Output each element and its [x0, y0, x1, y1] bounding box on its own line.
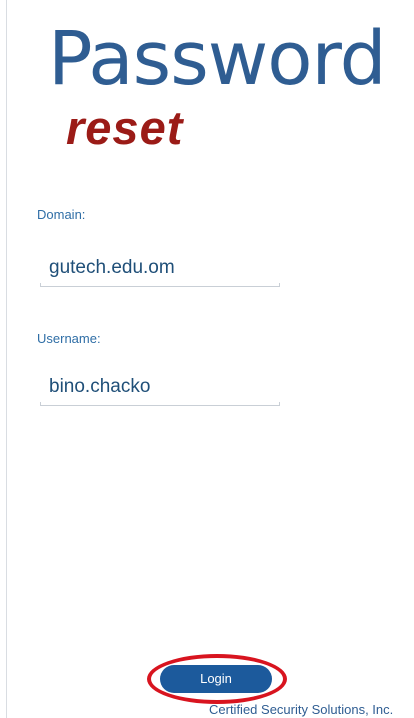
domain-label: Domain: — [37, 207, 86, 222]
domain-underline — [40, 283, 280, 287]
footer-company-text: Certified Security Solutions, Inc. — [209, 702, 394, 717]
app-title-password: Password — [48, 16, 387, 102]
left-border — [6, 0, 7, 718]
app-title-reset: reset — [66, 101, 184, 154]
login-highlight-circle — [147, 654, 287, 704]
domain-field[interactable]: gutech.edu.om — [40, 251, 280, 287]
username-underline — [40, 402, 280, 406]
username-value: bino.chacko — [49, 376, 151, 397]
password-reset-screen: Password reset Domain: gutech.edu.om Use… — [0, 0, 414, 718]
username-label: Username: — [37, 331, 101, 346]
domain-value: gutech.edu.om — [49, 257, 175, 278]
username-field[interactable]: bino.chacko — [40, 370, 280, 406]
